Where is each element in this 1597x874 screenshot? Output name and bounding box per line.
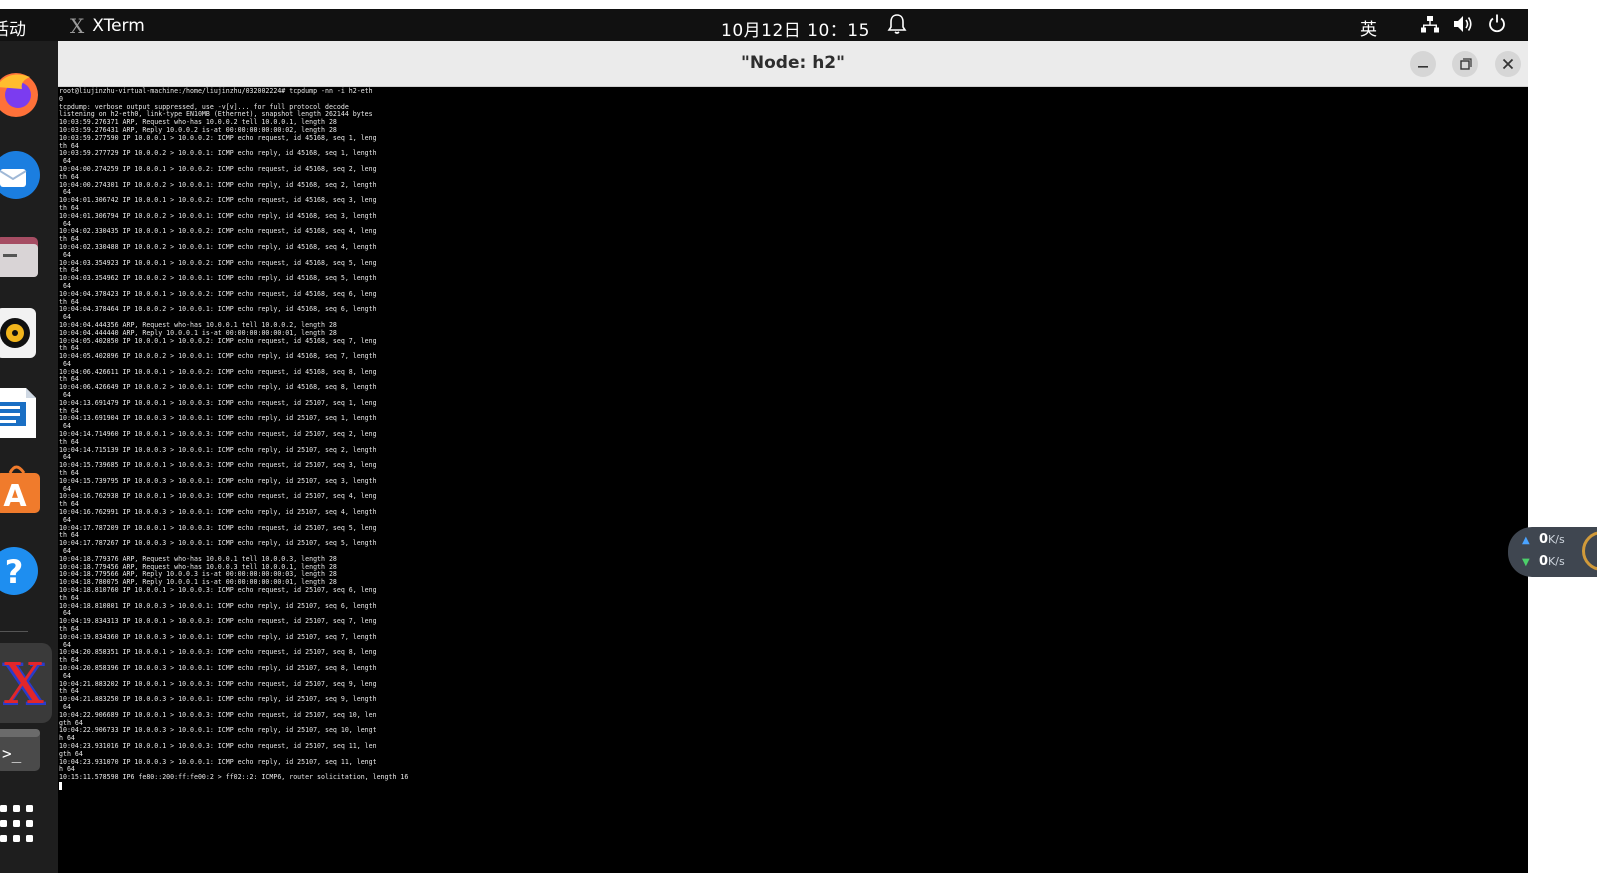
- download-arrow-icon: ▼: [1522, 557, 1530, 568]
- terminal-line: 10:04:06.426649 IP 10.0.0.2 > 10.0.0.1: …: [59, 383, 377, 392]
- terminal-line: 10:04:16.762991 IP 10.0.0.3 > 10.0.0.1: …: [59, 508, 377, 517]
- app-center-icon[interactable]: A: [0, 463, 42, 515]
- upload-speed-unit: K/s: [1548, 533, 1565, 546]
- dock-separator: [0, 631, 28, 632]
- terminal-line: 10:04:03.354923 IP 10.0.0.1 > 10.0.0.2: …: [59, 258, 377, 267]
- maximize-button[interactable]: [1452, 51, 1478, 77]
- terminal-line: 10:04:13.691479 IP 10.0.0.1 > 10.0.0.3: …: [59, 398, 377, 407]
- terminal-line: 10:04:15.739795 IP 10.0.0.3 > 10.0.0.1: …: [59, 476, 377, 485]
- activities-button[interactable]: 活动: [0, 15, 26, 40]
- svg-text:X: X: [4, 653, 44, 717]
- terminal-line: 10:04:02.330488 IP 10.0.0.2 > 10.0.0.1: …: [59, 242, 377, 251]
- terminal-line: 10:04:21.883250 IP 10.0.0.3 > 10.0.0.1: …: [59, 695, 377, 704]
- terminal-line: 10:04:17.787209 IP 10.0.0.1 > 10.0.0.3: …: [59, 523, 377, 532]
- terminal-line: 10:04:01.306742 IP 10.0.0.1 > 10.0.0.2: …: [59, 196, 377, 205]
- svg-text:A: A: [3, 479, 27, 514]
- firefox-icon[interactable]: [0, 67, 42, 119]
- terminal-line: 10:04:23.931070 IP 10.0.0.3 > 10.0.0.1: …: [59, 757, 377, 766]
- svg-text:>_: >_: [2, 744, 22, 763]
- terminal-line: 10:04:13.691904 IP 10.0.0.3 > 10.0.0.1: …: [59, 414, 377, 423]
- bell-icon[interactable]: [887, 13, 907, 35]
- terminal-line: 10:04:05.402850 IP 10.0.0.1 > 10.0.0.2: …: [59, 336, 377, 345]
- terminal-line: 10:04:05.402896 IP 10.0.0.2 > 10.0.0.1: …: [59, 352, 377, 361]
- volume-icon[interactable]: [1453, 15, 1473, 33]
- terminal-line: 10:04:18.810801 IP 10.0.0.3 > 10.0.0.1: …: [59, 601, 377, 610]
- svg-text:?: ?: [5, 553, 24, 591]
- terminal-line: 10:04:17.787267 IP 10.0.0.3 > 10.0.0.1: …: [59, 539, 377, 548]
- input-method-indicator[interactable]: 英: [1360, 15, 1377, 40]
- files-icon[interactable]: [0, 227, 42, 279]
- terminal-line: 10:04:14.715139 IP 10.0.0.3 > 10.0.0.1: …: [59, 445, 377, 454]
- download-speed-unit: K/s: [1548, 555, 1565, 568]
- terminal-line: 10:04:19.834313 IP 10.0.0.1 > 10.0.0.3: …: [59, 617, 377, 626]
- terminal-cursor: [59, 781, 62, 790]
- terminal-line: 10:04:22.906689 IP 10.0.0.1 > 10.0.0.3: …: [59, 710, 377, 719]
- terminal-line: 10:04:01.306794 IP 10.0.0.2 > 10.0.0.1: …: [59, 211, 377, 220]
- download-speed-value: 0: [1539, 554, 1549, 569]
- show-apps-icon[interactable]: [0, 799, 42, 851]
- window-title: "Node: h2": [741, 53, 845, 73]
- terminal-line: 10:04:02.330435 IP 10.0.0.1 > 10.0.0.2: …: [59, 227, 377, 236]
- terminal-line: 10:04:19.834360 IP 10.0.0.3 > 10.0.0.1: …: [59, 632, 377, 641]
- usage-ring: [1582, 531, 1597, 571]
- terminal-line: 10:04:22.906733 IP 10.0.0.3 > 10.0.0.1: …: [59, 726, 377, 735]
- terminal-output[interactable]: root@liujinzhu-virtual-machine:/home/liu…: [59, 87, 1519, 874]
- terminal-line: 10:04:04.378464 IP 10.0.0.2 > 10.0.0.1: …: [59, 305, 377, 314]
- terminal-line: 10:03:59.277729 IP 10.0.0.2 > 10.0.0.1: …: [59, 149, 377, 158]
- terminal-line: 10:04:18.810760 IP 10.0.0.1 > 10.0.0.3: …: [59, 586, 377, 594]
- window-titlebar[interactable]: "Node: h2": [58, 41, 1528, 87]
- rhythmbox-icon[interactable]: [0, 306, 42, 358]
- terminal-line: 10:04:00.274301 IP 10.0.0.2 > 10.0.0.1: …: [59, 180, 377, 189]
- terminal-line: 10:04:06.426611 IP 10.0.0.1 > 10.0.0.2: …: [59, 367, 377, 376]
- terminal-line: 10:04:20.858351 IP 10.0.0.1 > 10.0.0.3: …: [59, 648, 377, 657]
- terminal-line: 10:04:21.883202 IP 10.0.0.1 > 10.0.0.3: …: [59, 679, 377, 688]
- xterm-icon[interactable]: X X: [0, 653, 46, 717]
- terminal-icon[interactable]: >_: [0, 725, 42, 777]
- terminal-line: 10:04:03.354962 IP 10.0.0.2 > 10.0.0.1: …: [59, 274, 377, 283]
- xterm-app-icon: X: [70, 14, 85, 38]
- close-button[interactable]: [1495, 51, 1521, 77]
- minimize-icon: [1418, 66, 1428, 68]
- thunderbird-icon[interactable]: [0, 147, 42, 199]
- power-icon[interactable]: [1488, 14, 1506, 33]
- network-icon[interactable]: [1421, 15, 1439, 33]
- terminal-line: 10:15:11.578598 IP6 fe80::200:ff:fe00:2 …: [59, 773, 409, 782]
- terminal-line: 10:04:20.858396 IP 10.0.0.3 > 10.0.0.1: …: [59, 663, 377, 672]
- terminal-line: 10:04:15.739685 IP 10.0.0.1 > 10.0.0.3: …: [59, 461, 377, 470]
- terminal-line: 10:04:04.378423 IP 10.0.0.1 > 10.0.0.2: …: [59, 289, 377, 298]
- clock[interactable]: 10月12日 10：15: [721, 16, 870, 41]
- terminal-line: 10:04:00.274259 IP 10.0.0.1 > 10.0.0.2: …: [59, 164, 377, 173]
- terminal-line: 10:04:23.931016 IP 10.0.0.1 > 10.0.0.3: …: [59, 741, 377, 750]
- terminal-line: 10:03:59.277590 IP 10.0.0.1 > 10.0.0.2: …: [59, 133, 377, 142]
- upload-arrow-icon: ▲: [1522, 535, 1530, 546]
- top-panel: 活动 X XTerm 10月12日 10：15 英: [0, 9, 1528, 41]
- minimize-button[interactable]: [1410, 51, 1436, 77]
- restore-icon: [1460, 58, 1472, 70]
- close-icon: [1502, 58, 1514, 70]
- help-icon[interactable]: ?: [0, 543, 42, 595]
- upload-speed-value: 0: [1539, 532, 1549, 547]
- dock: A ? X X >_: [0, 41, 58, 873]
- libreoffice-writer-icon[interactable]: [0, 386, 42, 438]
- app-name: XTerm: [92, 16, 145, 36]
- app-menu[interactable]: X XTerm: [70, 14, 145, 38]
- terminal-line: 10:04:16.762938 IP 10.0.0.1 > 10.0.0.3: …: [59, 492, 377, 501]
- xterm-window: "Node: h2" root@liujinzhu-virtual-machin…: [58, 41, 1528, 873]
- network-speed-widget[interactable]: ▲ 0K/s ▼ 0K/s: [1508, 527, 1597, 577]
- terminal-line: root@liujinzhu-virtual-machine:/home/liu…: [59, 87, 373, 95]
- terminal-line: 10:04:14.714960 IP 10.0.0.1 > 10.0.0.3: …: [59, 430, 377, 439]
